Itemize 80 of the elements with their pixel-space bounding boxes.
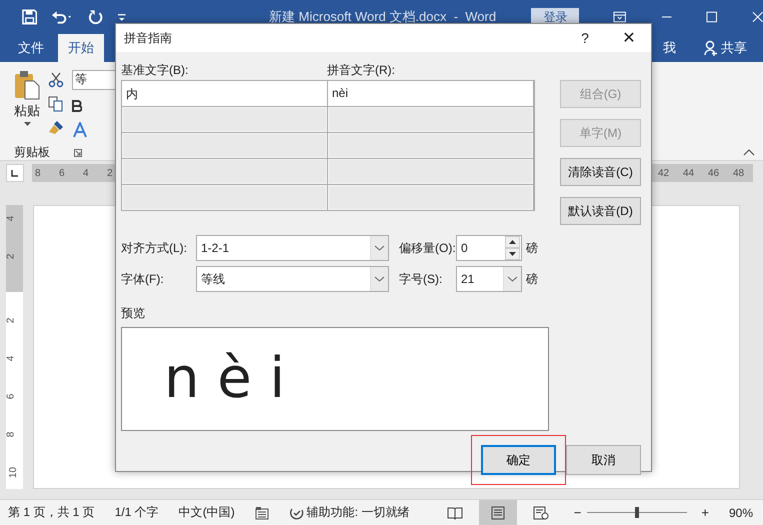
brush-icon[interactable] [48, 120, 64, 136]
accessibility-status[interactable]: 辅助功能: 一切就绪 [288, 504, 410, 521]
help-button[interactable]: ? [563, 24, 607, 52]
ribbon-tab[interactable]: 文件 [8, 34, 54, 62]
redo-icon[interactable] [88, 9, 104, 25]
text-effects-icon[interactable] [72, 122, 88, 138]
unit-label: 磅 [526, 240, 539, 256]
close-icon[interactable] [752, 11, 763, 23]
ribbon-display-icon[interactable] [613, 11, 627, 23]
save-icon[interactable] [22, 9, 38, 25]
ruler-number: 48 [732, 168, 746, 178]
cancel-button[interactable]: 取消 [566, 445, 641, 475]
scissors-icon[interactable] [48, 72, 64, 88]
collapse-ribbon-icon[interactable] [743, 149, 755, 156]
pinyin-text-field[interactable]: nèi [328, 81, 533, 106]
page-count[interactable]: 第 1 页，共 1 页 [8, 504, 95, 521]
ruler-number: 6 [58, 168, 66, 178]
base-text-field[interactable]: 内 [122, 81, 327, 106]
field-label: 字体(F): [121, 270, 165, 288]
zoom-in-button[interactable]: + [701, 505, 709, 520]
share-button[interactable]: 共享 [698, 34, 753, 62]
font-dropdown[interactable]: 等线 [196, 266, 389, 292]
maximize-icon[interactable] [706, 11, 718, 23]
copy-icon[interactable] [48, 96, 64, 112]
paste-button[interactable]: 粘贴 [14, 102, 40, 120]
print-layout-button[interactable] [478, 500, 517, 525]
ruler-number: 2 [5, 254, 16, 260]
ribbon-tab[interactable]: 开始 [58, 34, 104, 62]
web-page-icon [532, 506, 549, 520]
ruler-number: 4 [82, 168, 90, 178]
field-label: 字号(S): [399, 270, 444, 288]
dialog-launcher-icon[interactable] [74, 148, 82, 156]
dialog-button[interactable]: 默认读音(D) [560, 197, 641, 225]
person-icon [704, 40, 718, 56]
ruler-number: 2 [106, 168, 114, 178]
font-field[interactable]: 等 [72, 70, 116, 90]
customize-icon[interactable] [117, 11, 128, 23]
dialog-button[interactable]: 清除读音(C) [560, 158, 641, 186]
ruler-number: 4 [5, 356, 16, 362]
caret-icon[interactable] [24, 122, 30, 126]
ruler-number: 4 [5, 216, 16, 222]
preview-text: n è i [164, 351, 286, 407]
chevron-down-icon [370, 267, 388, 291]
window-title: 新建 Microsoft Word 文档.docx - Word [269, 8, 498, 26]
ruler-number: 42 [656, 168, 670, 178]
language-status[interactable]: 中文(中国) [178, 504, 235, 521]
tell-me-text[interactable]: 我 [663, 39, 676, 57]
tab-stop-icon[interactable] [6, 164, 24, 182]
ruler-number: 2 [5, 318, 16, 324]
ruler-number: 44 [682, 168, 696, 178]
ruler-number: 6 [5, 394, 16, 400]
field-label: 基准文字(B): [121, 62, 190, 79]
field-label: 偏移量(O): [399, 240, 456, 256]
chevron-down-icon [503, 267, 521, 291]
preview-label: 预览 [121, 305, 146, 322]
field-label: 对齐方式(L): [121, 240, 188, 256]
bold-icon[interactable] [72, 100, 82, 112]
macro-icon[interactable] [254, 506, 269, 520]
field-label: 拼音文字(R): [327, 62, 395, 79]
close-button[interactable]: ✕ [607, 24, 651, 52]
unit-label: 磅 [526, 270, 539, 288]
offset-spinner[interactable]: 0 [456, 235, 522, 261]
book-icon [446, 506, 463, 520]
ruler-number: 8 [34, 168, 42, 178]
ruler-number: 8 [5, 432, 16, 438]
zoom-out-button[interactable]: − [574, 505, 582, 520]
page-icon [490, 506, 506, 520]
group-label: 剪贴板 [14, 144, 50, 161]
ruler-number: 10 [8, 466, 20, 478]
alignment-dropdown[interactable]: 1-2-1 [196, 235, 389, 261]
clipboard-icon[interactable] [14, 70, 40, 100]
spin-arrows-icon [505, 236, 520, 260]
word-count[interactable]: 1/1 个字 [114, 504, 159, 521]
ruler-number: 46 [706, 168, 720, 178]
dialog-title: 拼音指南 [124, 30, 172, 46]
chevron-down-icon [370, 236, 388, 260]
zoom-slider[interactable] [587, 507, 688, 518]
ok-button[interactable]: 确定 [481, 445, 556, 475]
size-dropdown[interactable]: 21 [456, 266, 522, 292]
zoom-level[interactable]: 90% [728, 506, 753, 520]
